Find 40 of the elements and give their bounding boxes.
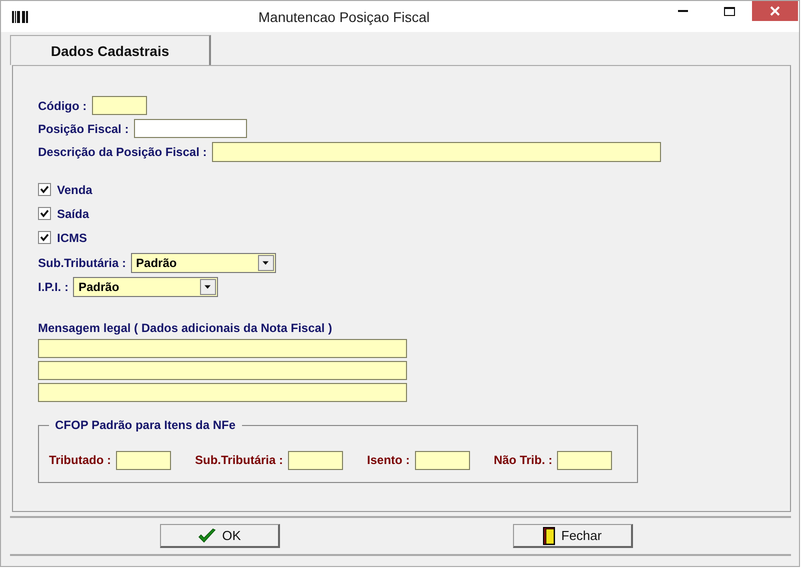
input-field[interactable] — [557, 450, 612, 470]
field-label: Descrição da Posição Fiscal : — [38, 145, 207, 159]
ok-button[interactable]: OK — [160, 524, 280, 548]
maximize-icon — [724, 6, 734, 16]
input-field[interactable] — [116, 450, 171, 470]
close-button[interactable] — [752, 1, 798, 21]
dropdown[interactable]: Padrão — [73, 277, 218, 297]
field-label: Sub.Tributária : — [38, 256, 126, 270]
checkbox-label: Venda — [57, 182, 92, 196]
input-field[interactable] — [414, 450, 470, 470]
section-label: Mensagem legal ( Dados adicionais da Nota Fiscal ) — [38, 321, 332, 335]
checkbox[interactable] — [38, 231, 51, 244]
input-field[interactable] — [134, 119, 247, 138]
input-field[interactable] — [38, 339, 407, 358]
group-title: CFOP Padrão para Itens da NFe — [49, 418, 242, 432]
close-icon — [770, 6, 780, 16]
input-field[interactable] — [212, 142, 661, 162]
input-field[interactable] — [38, 361, 407, 380]
checkbox[interactable] — [38, 207, 51, 220]
dropdown[interactable]: Padrão — [131, 253, 276, 273]
tab[interactable]: Dados Cadastrais — [10, 35, 211, 65]
field-label: Não Trib. : — [494, 453, 552, 467]
checkbox-label: ICMS — [57, 230, 87, 244]
field-label: Código : — [38, 98, 87, 112]
input-field[interactable] — [288, 450, 344, 470]
field-label: I.P.I. : — [38, 280, 68, 294]
field-label: Sub.Tributária : — [195, 453, 284, 467]
input-field[interactable] — [92, 96, 147, 115]
checkmark-icon — [198, 528, 216, 544]
window-title: Manutencao Posiçao Fiscal — [257, 8, 431, 24]
close-button[interactable]: Fechar — [513, 524, 633, 548]
input-field[interactable] — [38, 383, 407, 402]
door-icon — [543, 526, 556, 544]
barcode-icon — [12, 10, 28, 22]
field-label: Tributado : — [49, 453, 111, 467]
checkbox[interactable] — [38, 183, 51, 196]
field-label: Isento : — [367, 453, 410, 467]
minimize-icon — [678, 10, 688, 12]
checkbox-label: Saída — [57, 206, 90, 220]
field-label: Posição Fiscal : — [38, 122, 129, 136]
